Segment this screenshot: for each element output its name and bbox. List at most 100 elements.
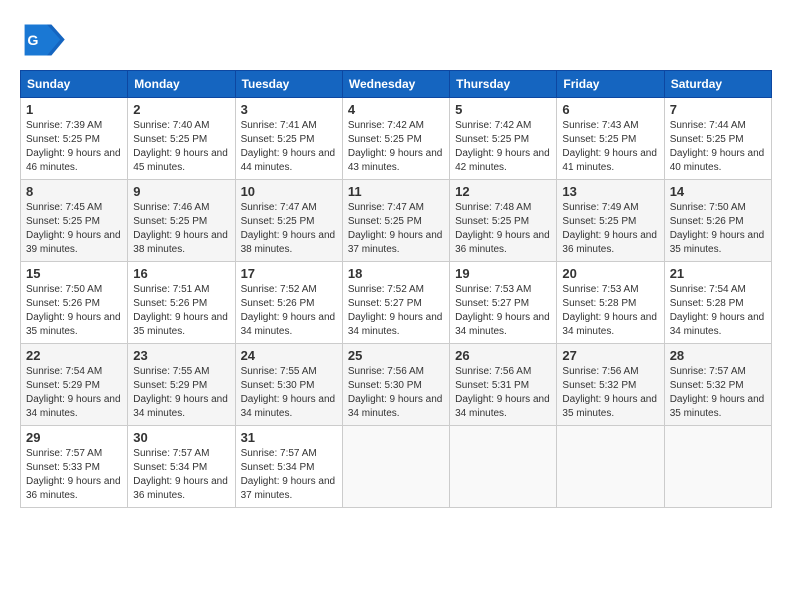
day-number: 26 — [455, 348, 551, 363]
sunrise-label: Sunrise: 7:54 AM — [670, 284, 746, 295]
sunset-label: Sunset: 5:25 PM — [348, 216, 422, 227]
sunset-label: Sunset: 5:26 PM — [133, 298, 207, 309]
daylight-label: Daylight: 9 hours and 34 minutes. — [562, 312, 657, 337]
day-info: Sunrise: 7:44 AM Sunset: 5:25 PM Dayligh… — [670, 119, 766, 175]
sunrise-label: Sunrise: 7:49 AM — [562, 202, 638, 213]
day-info: Sunrise: 7:39 AM Sunset: 5:25 PM Dayligh… — [26, 119, 122, 175]
day-info: Sunrise: 7:55 AM Sunset: 5:30 PM Dayligh… — [241, 365, 337, 421]
daylight-label: Daylight: 9 hours and 34 minutes. — [455, 394, 550, 419]
calendar-day-cell: 25 Sunrise: 7:56 AM Sunset: 5:30 PM Dayl… — [342, 344, 449, 426]
day-info: Sunrise: 7:51 AM Sunset: 5:26 PM Dayligh… — [133, 283, 229, 339]
calendar-day-cell — [450, 426, 557, 508]
sunrise-label: Sunrise: 7:46 AM — [133, 202, 209, 213]
daylight-label: Daylight: 9 hours and 34 minutes. — [670, 312, 765, 337]
daylight-label: Daylight: 9 hours and 46 minutes. — [26, 148, 121, 173]
sunset-label: Sunset: 5:25 PM — [455, 134, 529, 145]
day-info: Sunrise: 7:42 AM Sunset: 5:25 PM Dayligh… — [348, 119, 444, 175]
day-info: Sunrise: 7:52 AM Sunset: 5:27 PM Dayligh… — [348, 283, 444, 339]
day-number: 6 — [562, 102, 658, 117]
day-of-week-header: Monday — [128, 71, 235, 98]
calendar-week-row: 15 Sunrise: 7:50 AM Sunset: 5:26 PM Dayl… — [21, 262, 772, 344]
day-info: Sunrise: 7:57 AM Sunset: 5:34 PM Dayligh… — [133, 447, 229, 503]
sunset-label: Sunset: 5:29 PM — [133, 380, 207, 391]
daylight-label: Daylight: 9 hours and 34 minutes. — [133, 394, 228, 419]
calendar-day-cell: 26 Sunrise: 7:56 AM Sunset: 5:31 PM Dayl… — [450, 344, 557, 426]
calendar-day-cell: 15 Sunrise: 7:50 AM Sunset: 5:26 PM Dayl… — [21, 262, 128, 344]
calendar-day-cell: 19 Sunrise: 7:53 AM Sunset: 5:27 PM Dayl… — [450, 262, 557, 344]
calendar-week-row: 22 Sunrise: 7:54 AM Sunset: 5:29 PM Dayl… — [21, 344, 772, 426]
sunset-label: Sunset: 5:25 PM — [241, 216, 315, 227]
calendar-day-cell: 27 Sunrise: 7:56 AM Sunset: 5:32 PM Dayl… — [557, 344, 664, 426]
daylight-label: Daylight: 9 hours and 39 minutes. — [26, 230, 121, 255]
daylight-label: Daylight: 9 hours and 34 minutes. — [241, 394, 336, 419]
sunset-label: Sunset: 5:25 PM — [562, 134, 636, 145]
day-number: 3 — [241, 102, 337, 117]
sunset-label: Sunset: 5:25 PM — [455, 216, 529, 227]
sunrise-label: Sunrise: 7:56 AM — [562, 366, 638, 377]
sunrise-label: Sunrise: 7:42 AM — [348, 120, 424, 131]
daylight-label: Daylight: 9 hours and 42 minutes. — [455, 148, 550, 173]
sunset-label: Sunset: 5:28 PM — [670, 298, 744, 309]
calendar-day-cell: 22 Sunrise: 7:54 AM Sunset: 5:29 PM Dayl… — [21, 344, 128, 426]
calendar-day-cell: 31 Sunrise: 7:57 AM Sunset: 5:34 PM Dayl… — [235, 426, 342, 508]
daylight-label: Daylight: 9 hours and 40 minutes. — [670, 148, 765, 173]
daylight-label: Daylight: 9 hours and 36 minutes. — [26, 476, 121, 501]
sunrise-label: Sunrise: 7:57 AM — [241, 448, 317, 459]
daylight-label: Daylight: 9 hours and 44 minutes. — [241, 148, 336, 173]
calendar-day-cell: 10 Sunrise: 7:47 AM Sunset: 5:25 PM Dayl… — [235, 180, 342, 262]
day-info: Sunrise: 7:53 AM Sunset: 5:27 PM Dayligh… — [455, 283, 551, 339]
calendar-day-cell: 24 Sunrise: 7:55 AM Sunset: 5:30 PM Dayl… — [235, 344, 342, 426]
svg-text:G: G — [27, 33, 38, 49]
sunset-label: Sunset: 5:25 PM — [26, 216, 100, 227]
daylight-label: Daylight: 9 hours and 38 minutes. — [133, 230, 228, 255]
sunrise-label: Sunrise: 7:53 AM — [455, 284, 531, 295]
day-number: 31 — [241, 430, 337, 445]
sunset-label: Sunset: 5:28 PM — [562, 298, 636, 309]
day-info: Sunrise: 7:47 AM Sunset: 5:25 PM Dayligh… — [348, 201, 444, 257]
day-info: Sunrise: 7:55 AM Sunset: 5:29 PM Dayligh… — [133, 365, 229, 421]
day-number: 17 — [241, 266, 337, 281]
day-of-week-header: Friday — [557, 71, 664, 98]
day-of-week-header: Thursday — [450, 71, 557, 98]
calendar-day-cell: 7 Sunrise: 7:44 AM Sunset: 5:25 PM Dayli… — [664, 98, 771, 180]
daylight-label: Daylight: 9 hours and 35 minutes. — [133, 312, 228, 337]
day-info: Sunrise: 7:57 AM Sunset: 5:32 PM Dayligh… — [670, 365, 766, 421]
daylight-label: Daylight: 9 hours and 35 minutes. — [562, 394, 657, 419]
sunset-label: Sunset: 5:25 PM — [670, 134, 744, 145]
calendar-day-cell: 11 Sunrise: 7:47 AM Sunset: 5:25 PM Dayl… — [342, 180, 449, 262]
day-info: Sunrise: 7:54 AM Sunset: 5:29 PM Dayligh… — [26, 365, 122, 421]
day-number: 15 — [26, 266, 122, 281]
day-number: 24 — [241, 348, 337, 363]
sunrise-label: Sunrise: 7:50 AM — [670, 202, 746, 213]
day-info: Sunrise: 7:40 AM Sunset: 5:25 PM Dayligh… — [133, 119, 229, 175]
sunset-label: Sunset: 5:25 PM — [26, 134, 100, 145]
daylight-label: Daylight: 9 hours and 34 minutes. — [348, 312, 443, 337]
day-info: Sunrise: 7:42 AM Sunset: 5:25 PM Dayligh… — [455, 119, 551, 175]
daylight-label: Daylight: 9 hours and 34 minutes. — [455, 312, 550, 337]
daylight-label: Daylight: 9 hours and 34 minutes. — [241, 312, 336, 337]
calendar-day-cell: 29 Sunrise: 7:57 AM Sunset: 5:33 PM Dayl… — [21, 426, 128, 508]
calendar-week-row: 8 Sunrise: 7:45 AM Sunset: 5:25 PM Dayli… — [21, 180, 772, 262]
sunrise-label: Sunrise: 7:55 AM — [241, 366, 317, 377]
page-header: G — [20, 20, 772, 60]
sunrise-label: Sunrise: 7:57 AM — [133, 448, 209, 459]
day-number: 16 — [133, 266, 229, 281]
daylight-label: Daylight: 9 hours and 37 minutes. — [241, 476, 336, 501]
daylight-label: Daylight: 9 hours and 43 minutes. — [348, 148, 443, 173]
calendar-day-cell: 1 Sunrise: 7:39 AM Sunset: 5:25 PM Dayli… — [21, 98, 128, 180]
sunset-label: Sunset: 5:26 PM — [26, 298, 100, 309]
calendar-day-cell: 18 Sunrise: 7:52 AM Sunset: 5:27 PM Dayl… — [342, 262, 449, 344]
sunrise-label: Sunrise: 7:52 AM — [348, 284, 424, 295]
calendar-day-cell: 2 Sunrise: 7:40 AM Sunset: 5:25 PM Dayli… — [128, 98, 235, 180]
sunrise-label: Sunrise: 7:43 AM — [562, 120, 638, 131]
sunrise-label: Sunrise: 7:45 AM — [26, 202, 102, 213]
day-info: Sunrise: 7:50 AM Sunset: 5:26 PM Dayligh… — [26, 283, 122, 339]
day-info: Sunrise: 7:56 AM Sunset: 5:31 PM Dayligh… — [455, 365, 551, 421]
sunrise-label: Sunrise: 7:39 AM — [26, 120, 102, 131]
calendar-day-cell: 9 Sunrise: 7:46 AM Sunset: 5:25 PM Dayli… — [128, 180, 235, 262]
sunset-label: Sunset: 5:26 PM — [670, 216, 744, 227]
day-number: 1 — [26, 102, 122, 117]
day-number: 5 — [455, 102, 551, 117]
calendar-day-cell: 30 Sunrise: 7:57 AM Sunset: 5:34 PM Dayl… — [128, 426, 235, 508]
sunrise-label: Sunrise: 7:41 AM — [241, 120, 317, 131]
